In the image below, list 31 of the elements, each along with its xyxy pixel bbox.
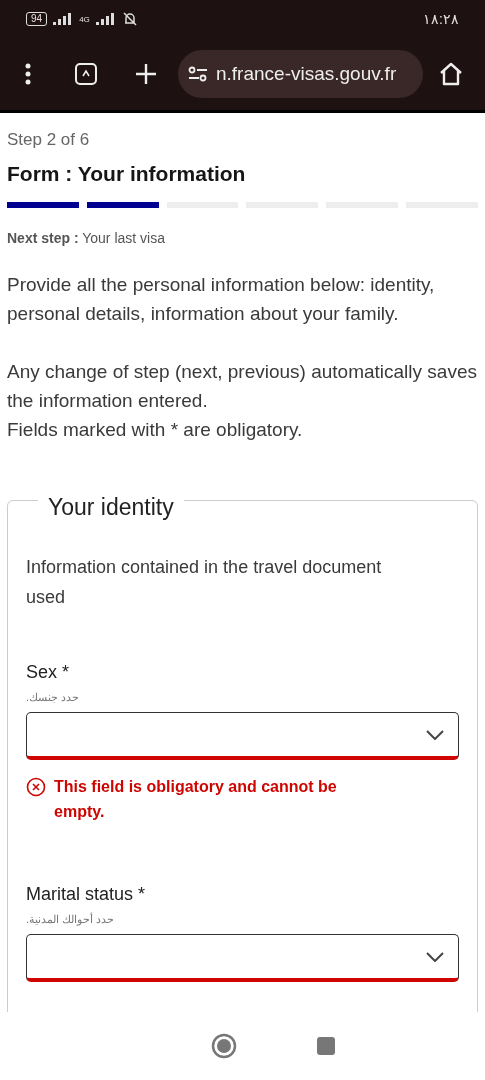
error-message: This field is obligatory and cannot be empty.: [54, 777, 338, 822]
site-settings-icon[interactable]: [188, 66, 208, 82]
menu-icon: [25, 63, 31, 85]
step-counter: Step 2 of 6: [7, 130, 91, 150]
home-nav-icon[interactable]: [210, 1033, 237, 1059]
recents-nav-icon[interactable]: [316, 1037, 335, 1055]
next-step-text: Next step : Your last visa: [7, 230, 166, 246]
chevron-down-icon: [426, 951, 444, 962]
chevron-down-icon: [426, 729, 444, 740]
tabs-icon: [74, 62, 98, 86]
field-hint: حدد أحوالك المدنية.: [26, 913, 116, 926]
select-field[interactable]: [26, 712, 459, 760]
field-label: Marital status *: [26, 884, 147, 905]
form-title: Form : Your information: [7, 162, 247, 186]
url-text: n.france-visas.gouv.fr: [216, 63, 397, 85]
address-bar[interactable]: n.france-visas.gouv.fr: [178, 50, 423, 98]
plus-icon: [135, 63, 157, 85]
field-hint: حدد جنسك.: [26, 691, 81, 704]
intro-paragraph: Provide all the personal information below: identity, personal details, information about your family.: [7, 273, 436, 326]
signal-icon: [95, 13, 116, 25]
field-label: Sex *: [26, 662, 71, 683]
home-icon: [438, 61, 464, 87]
intro-paragraph: Any change of step (next, previous) automatically saves the information entered. Fields marked with * are obligatory.: [7, 360, 478, 442]
section-note: Information contained in the travel document used: [26, 556, 383, 609]
select-field[interactable]: [26, 934, 459, 982]
muted-bell-icon: [121, 11, 138, 27]
signal-icon: [53, 13, 74, 25]
battery-icon: 94: [26, 12, 48, 26]
error-icon: [26, 777, 46, 797]
clock-time: ١٨:٢٨: [423, 11, 459, 27]
network-label: 4G: [79, 14, 90, 24]
